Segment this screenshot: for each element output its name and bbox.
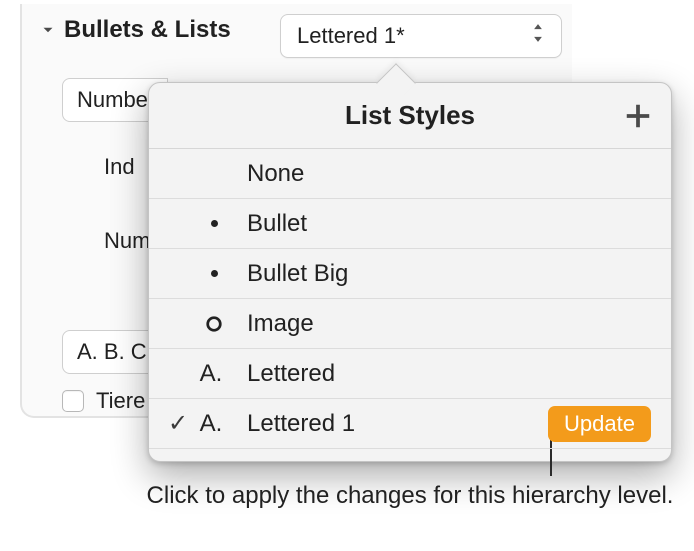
popover-header: List Styles xyxy=(149,83,671,149)
list-style-name: Image xyxy=(247,310,651,338)
number-style-value: Numbe xyxy=(77,87,148,113)
list-style-item[interactable]: A. Lettered xyxy=(149,349,671,399)
section-title: Bullets & Lists xyxy=(64,16,231,44)
spacer-icon: A. xyxy=(197,360,231,388)
indent-label: Ind xyxy=(104,154,135,180)
tiered-checkbox-row[interactable]: Tiere xyxy=(62,388,145,414)
callout-caption: Click to apply the changes for this hier… xyxy=(140,480,680,511)
list-style-item[interactable]: Bullet xyxy=(149,199,671,249)
list-style-item[interactable]: Bullet Big xyxy=(149,249,671,299)
list-style-name: Bullet xyxy=(247,210,651,238)
update-style-button[interactable]: Update xyxy=(548,406,651,442)
tiered-label: Tiere xyxy=(96,388,145,414)
add-style-button[interactable] xyxy=(617,95,659,137)
image-ring-icon xyxy=(197,315,231,333)
list-style-value: Lettered 1* xyxy=(297,23,405,49)
popover-list[interactable]: None Bullet Bullet Big Image A. Lettered ✓ A. Le… xyxy=(149,149,671,461)
list-style-name: Bullet Big xyxy=(247,260,651,288)
list-style-name: None xyxy=(247,160,651,188)
list-style-dropdown[interactable]: Lettered 1* xyxy=(280,14,562,58)
list-style-name: Lettered 1 xyxy=(247,410,532,438)
checkmark-icon: ✓ xyxy=(167,409,189,438)
list-styles-popover: List Styles None Bullet Bullet Big Image A. L… xyxy=(148,82,672,462)
list-style-item[interactable]: Image xyxy=(149,299,671,349)
disclosure-icon xyxy=(38,21,58,39)
tiered-checkbox[interactable] xyxy=(62,390,84,412)
numbers-label: Num xyxy=(104,228,150,254)
list-style-name: Lettered xyxy=(247,360,651,388)
popover-title: List Styles xyxy=(345,100,475,131)
list-style-item[interactable]: None xyxy=(149,149,671,199)
list-style-item[interactable]: ✓ A. Lettered 1 Update xyxy=(149,399,671,449)
bullet-icon xyxy=(197,220,231,227)
letters-style-value: A. B. C. xyxy=(77,339,153,365)
spacer-icon: A. xyxy=(197,410,231,438)
bullet-icon xyxy=(197,270,231,277)
plus-icon xyxy=(623,101,653,131)
chevron-updown-icon xyxy=(531,23,545,49)
